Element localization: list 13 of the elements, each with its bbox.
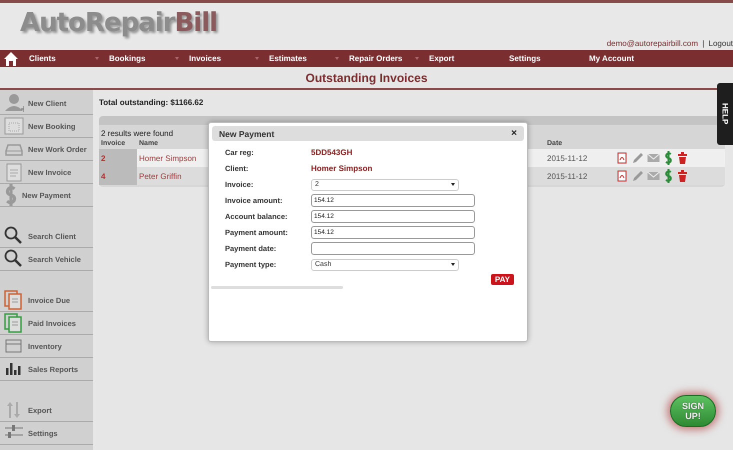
separator: | — [702, 39, 704, 48]
results-count: 2 results were found — [101, 129, 174, 138]
date-text: 2015-11-12 — [547, 154, 588, 162]
dialog-title: New Payment — [219, 128, 274, 138]
client-name: Peter Griffin — [139, 172, 182, 180]
user-email: demo@autorepairbill.com — [606, 39, 698, 48]
date-text: 2015-11-12 — [547, 172, 588, 180]
logo: AutoRepairBill — [20, 8, 218, 38]
client-name: Homer Simpson — [139, 154, 196, 162]
page-title: Outstanding Invoices — [305, 70, 428, 85]
total-outstanding: Total outstanding: $1166.62 — [99, 98, 204, 107]
field-value: 5DD543GH — [311, 148, 354, 157]
field-value: Homer Simpson — [311, 164, 374, 173]
